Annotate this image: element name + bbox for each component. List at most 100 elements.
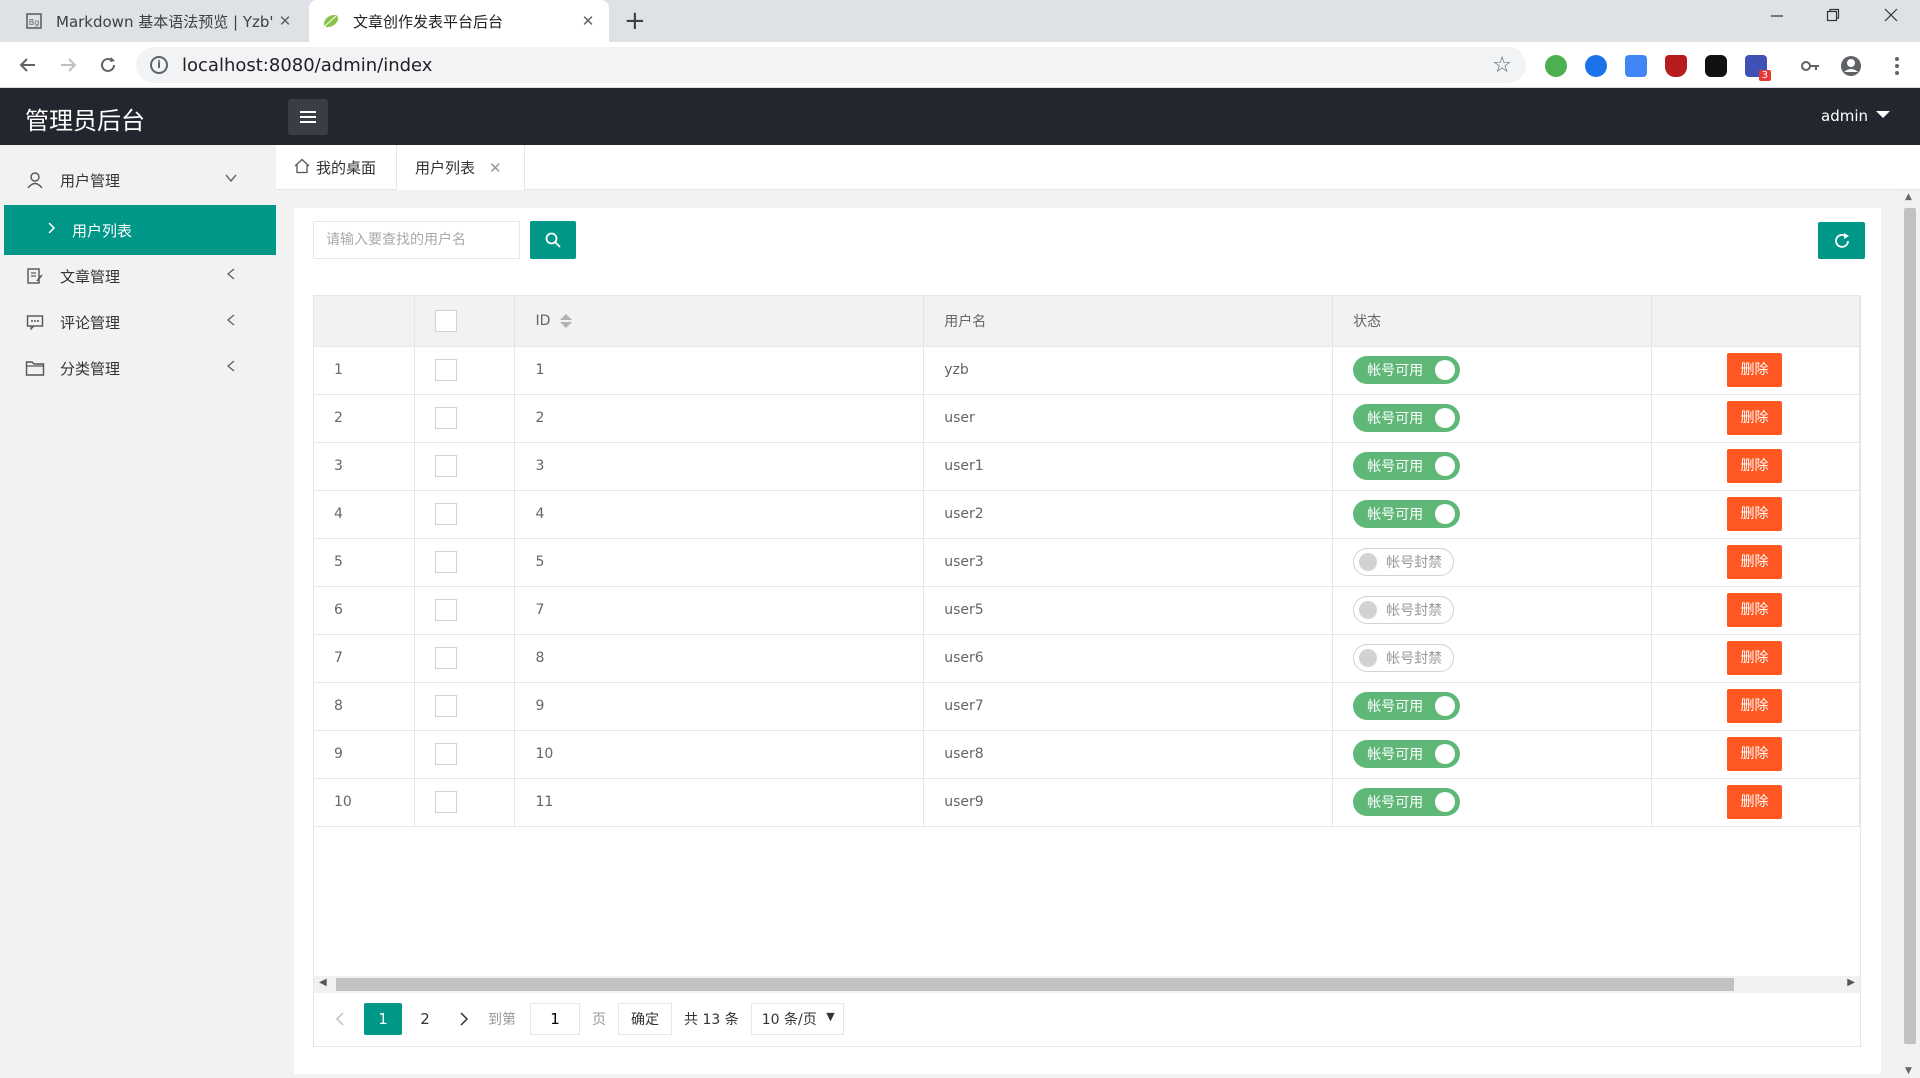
vertical-scrollbar[interactable]: ▲ ▼ <box>1900 190 1920 1078</box>
profile-icon[interactable] <box>1840 55 1862 77</box>
status-toggle[interactable]: 帐号可用 <box>1353 404 1461 432</box>
status-toggle[interactable]: 帐号可用 <box>1353 692 1461 720</box>
row-checkbox-cell <box>414 682 516 731</box>
status-toggle-label: 帐号可用 <box>1367 411 1424 427</box>
sidebar-item-users[interactable]: 用户管理 <box>0 157 276 203</box>
tab-desktop[interactable]: 我的桌面 <box>276 145 397 190</box>
status-toggle-label: 帐号可用 <box>1367 459 1424 475</box>
toggle-knob <box>1435 408 1456 428</box>
browser-tab-markdown[interactable]: Bg Markdown 基本语法预览 | Yzb' ✕ <box>12 0 306 42</box>
row-checkbox[interactable] <box>435 407 458 429</box>
page-icon: Bg <box>24 11 44 31</box>
forward-icon[interactable] <box>54 51 82 79</box>
goto-page-input[interactable] <box>530 1003 580 1035</box>
row-username: user <box>923 394 1334 443</box>
prev-page-icon[interactable] <box>324 1003 356 1035</box>
status-toggle[interactable]: 帐号可用 <box>1353 356 1461 384</box>
sidebar-item-comments[interactable]: 评论管理 <box>0 299 276 345</box>
row-checkbox[interactable] <box>435 791 458 813</box>
goto-confirm-button[interactable]: 确定 <box>618 1003 672 1035</box>
sidebar-item-categories[interactable]: 分类管理 <box>0 345 276 391</box>
search-button[interactable] <box>530 221 576 259</box>
status-toggle[interactable]: 帐号封禁 <box>1353 644 1455 672</box>
row-actions-cell: 删除 <box>1651 538 1860 587</box>
row-checkbox[interactable] <box>435 503 458 525</box>
scroll-left-icon[interactable]: ◀ <box>319 977 327 988</box>
sidebar-subitem-user-list[interactable]: 用户列表 <box>4 205 276 255</box>
select-all-checkbox[interactable] <box>435 309 458 332</box>
table-row: 3 3 user1 帐号可用 删除 <box>314 442 1860 491</box>
extension-translate-icon[interactable] <box>1625 55 1647 77</box>
row-checkbox[interactable] <box>435 695 458 717</box>
row-checkbox[interactable] <box>435 599 458 621</box>
row-checkbox-cell <box>414 346 516 395</box>
browser-tab-title: 文章创作发表平台后台 <box>353 12 504 31</box>
page-button-2[interactable]: 2 <box>406 1003 444 1035</box>
row-checkbox-cell <box>414 634 516 683</box>
reload-icon[interactable] <box>94 51 122 79</box>
table-row: 1 1 yzb 帐号可用 删除 <box>314 346 1860 395</box>
close-tab-icon[interactable]: ✕ <box>276 12 294 30</box>
page-size-select[interactable]: 10 条/页 ▼ <box>750 1003 844 1035</box>
scroll-down-icon[interactable]: ▼ <box>1905 1066 1912 1076</box>
close-icon[interactable]: ✕ <box>489 159 502 177</box>
page-button-1[interactable]: 1 <box>364 1003 402 1035</box>
info-icon[interactable]: i <box>150 56 168 74</box>
extension-globe-icon[interactable] <box>1545 55 1567 77</box>
column-header-id[interactable]: ID <box>514 296 925 347</box>
close-tab-icon[interactable]: ✕ <box>579 12 597 30</box>
sidebar-item-articles[interactable]: 文章管理 <box>0 253 276 299</box>
scroll-up-icon[interactable]: ▲ <box>1905 192 1912 202</box>
delete-button[interactable]: 删除 <box>1727 545 1782 579</box>
row-checkbox[interactable] <box>435 743 458 765</box>
status-toggle[interactable]: 帐号封禁 <box>1353 548 1455 576</box>
extension-tampermonkey-icon[interactable] <box>1705 55 1727 77</box>
delete-button[interactable]: 删除 <box>1727 401 1782 435</box>
scrollbar-thumb[interactable] <box>1904 208 1916 1044</box>
menu-toggle-button[interactable] <box>288 99 328 135</box>
browser-tab-admin[interactable]: 文章创作发表平台后台 ✕ <box>309 0 609 42</box>
status-toggle[interactable]: 帐号可用 <box>1353 788 1461 816</box>
delete-button[interactable]: 删除 <box>1727 641 1782 675</box>
extension-ublock-icon[interactable] <box>1665 55 1687 77</box>
extension-chat-icon[interactable] <box>1585 55 1607 77</box>
delete-button[interactable]: 删除 <box>1727 737 1782 771</box>
address-bar[interactable]: i localhost:8080/admin/index ☆ <box>136 47 1526 83</box>
delete-button[interactable]: 删除 <box>1727 689 1782 723</box>
horizontal-scrollbar[interactable]: ◀ ▶ <box>314 976 1860 993</box>
status-toggle[interactable]: 帐号可用 <box>1353 452 1461 480</box>
extension-grid-icon[interactable]: 3 <box>1745 55 1771 81</box>
row-checkbox-cell <box>414 778 516 827</box>
key-icon[interactable] <box>1799 55 1821 77</box>
delete-button[interactable]: 删除 <box>1727 497 1782 531</box>
scrollbar-thumb[interactable] <box>336 978 1734 991</box>
close-window-icon[interactable] <box>1876 6 1906 27</box>
bookmark-star-icon[interactable]: ☆ <box>1492 53 1512 78</box>
restore-icon[interactable] <box>1818 6 1848 27</box>
back-icon[interactable] <box>14 51 42 79</box>
delete-button[interactable]: 删除 <box>1727 593 1782 627</box>
row-checkbox[interactable] <box>435 455 458 477</box>
row-checkbox[interactable] <box>435 359 458 381</box>
delete-button[interactable]: 删除 <box>1727 785 1782 819</box>
user-menu[interactable]: admin <box>1821 107 1890 125</box>
delete-button[interactable]: 删除 <box>1727 353 1782 387</box>
page-unit-label: 页 <box>592 1012 606 1028</box>
search-input[interactable] <box>313 221 520 259</box>
status-toggle[interactable]: 帐号可用 <box>1353 740 1461 768</box>
row-checkbox[interactable] <box>435 647 458 669</box>
status-toggle[interactable]: 帐号封禁 <box>1353 596 1455 624</box>
kebab-menu-icon[interactable] <box>1886 55 1908 77</box>
next-page-icon[interactable] <box>448 1003 480 1035</box>
new-tab-button[interactable]: + <box>624 7 646 35</box>
refresh-button[interactable] <box>1818 222 1865 259</box>
row-actions-cell: 删除 <box>1651 586 1860 635</box>
row-status-cell: 帐号可用 <box>1332 394 1652 443</box>
tab-user-list[interactable]: 用户列表 ✕ <box>397 145 525 190</box>
minimize-icon[interactable] <box>1762 6 1792 27</box>
status-toggle[interactable]: 帐号可用 <box>1353 500 1461 528</box>
row-checkbox[interactable] <box>435 551 458 573</box>
delete-button[interactable]: 删除 <box>1727 449 1782 483</box>
sort-icon[interactable] <box>560 313 573 328</box>
scroll-right-icon[interactable]: ▶ <box>1847 977 1855 988</box>
